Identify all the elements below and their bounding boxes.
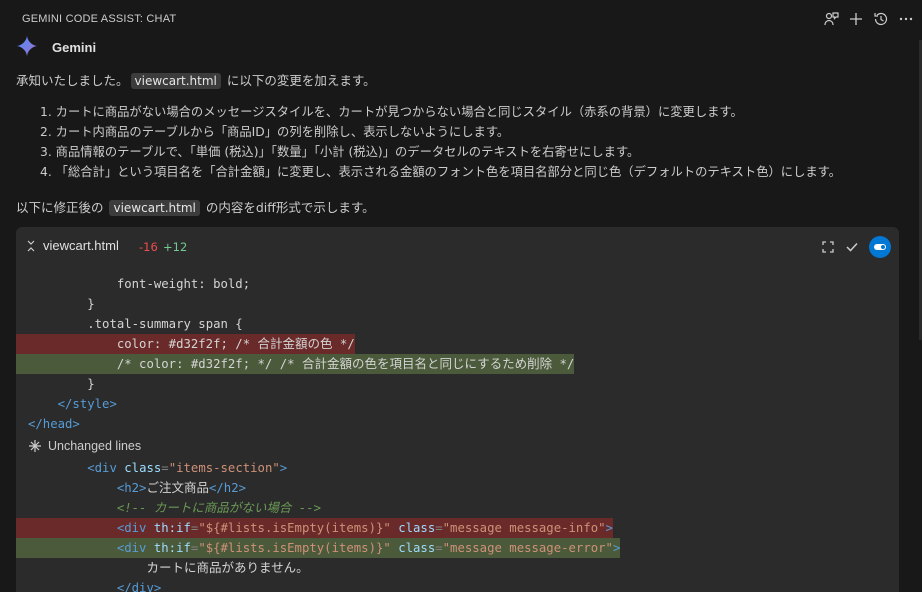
collapse-icon[interactable] xyxy=(26,240,36,252)
added-code-line: /* color: #d32f2f; */ /* 合計金額の色を項目名と同じにす… xyxy=(16,354,899,374)
change-list: 1. カートに商品がない場合のメッセージスタイルを、カートが見つからない場合と同… xyxy=(40,104,841,184)
gemini-sparkle-icon xyxy=(16,35,38,60)
accept-check-icon[interactable] xyxy=(845,240,859,254)
code-block-actions xyxy=(821,236,891,258)
diff-intro-text: 以下に修正後の viewcart.html の内容をdiff形式で示します。 xyxy=(16,197,375,216)
code-line: <h2>ご注文商品</h2> xyxy=(116,480,247,495)
intro-before: 承知いたしました。 xyxy=(16,73,129,88)
add-icon[interactable] xyxy=(847,10,864,27)
file-chip[interactable]: viewcart.html xyxy=(130,73,221,89)
code-line: <div class="items-section"> xyxy=(87,461,288,475)
intro-after: に以下の変更を加えます。 xyxy=(222,73,376,88)
panel-header: GEMINI CODE ASSIST: CHAT xyxy=(0,0,922,38)
code-line: </div> xyxy=(116,581,162,592)
code-filename[interactable]: viewcart.html xyxy=(43,238,119,253)
code-line: .total-summary span { xyxy=(87,317,243,331)
code-line: } xyxy=(87,377,95,391)
unchanged-lines-toggle[interactable]: Unchanged lines xyxy=(16,434,899,458)
assistant-name: Gemini xyxy=(52,39,97,55)
feedback-icon[interactable] xyxy=(822,10,839,27)
panel-title: GEMINI CODE ASSIST: CHAT xyxy=(22,13,177,25)
assistant-header: Gemini xyxy=(16,35,97,60)
code-line: <!-- カートに商品がない場合 --> xyxy=(116,500,322,515)
code-lines: font-weight: bold; } .total-summary span… xyxy=(16,274,899,592)
code-line: カートに商品がありません。 xyxy=(146,560,309,575)
unchanged-label: Unchanged lines xyxy=(48,439,142,453)
code-line: </head> xyxy=(28,417,80,431)
list-item: 4. 「総合計」という項目名を「合計金額」に変更し、表示される金額のフォント色を… xyxy=(40,165,842,179)
history-icon[interactable] xyxy=(872,10,889,27)
deleted-code-line: <div th:if="${#lists.isEmpty(items)}" cl… xyxy=(16,518,899,538)
more-icon[interactable] xyxy=(897,10,914,27)
header-actions xyxy=(822,10,914,27)
diff-toggle-button[interactable] xyxy=(869,236,891,258)
list-item: 2. カート内商品のテーブルから「商品ID」の列を削除し、表示しないようにします… xyxy=(40,125,510,139)
code-line: font-weight: bold; xyxy=(116,277,251,291)
code-block-header: viewcart.html -16 +12 xyxy=(16,227,899,263)
added-count: +12 xyxy=(163,240,188,254)
added-code-line: <div th:if="${#lists.isEmpty(items)}" cl… xyxy=(16,538,899,558)
deleted-code-line: color: #d32f2f; /* 合計金額の色 */ xyxy=(16,334,899,354)
unfold-icon xyxy=(29,440,41,452)
diff-code-block: viewcart.html -16 +12 font-weight: bold;… xyxy=(16,227,899,592)
list-item: 1. カートに商品がない場合のメッセージスタイルを、カートが見つからない場合と同… xyxy=(40,105,743,119)
fullscreen-icon[interactable] xyxy=(821,240,835,254)
diff-intro-before: 以下に修正後の xyxy=(16,200,108,215)
code-line: } xyxy=(87,297,95,311)
file-chip[interactable]: viewcart.html xyxy=(109,200,200,216)
toggle-icon xyxy=(874,244,886,250)
diff-intro-after: の内容をdiff形式で示します。 xyxy=(201,200,375,215)
intro-text: 承知いたしました。 viewcart.html に以下の変更を加えます。 xyxy=(16,70,376,89)
list-item: 3. 商品情報のテーブルで、「単価 (税込)」「数量」「小計 (税込)」のデータ… xyxy=(40,145,640,159)
deleted-count: -16 xyxy=(139,240,158,254)
code-line: </style> xyxy=(57,397,117,411)
